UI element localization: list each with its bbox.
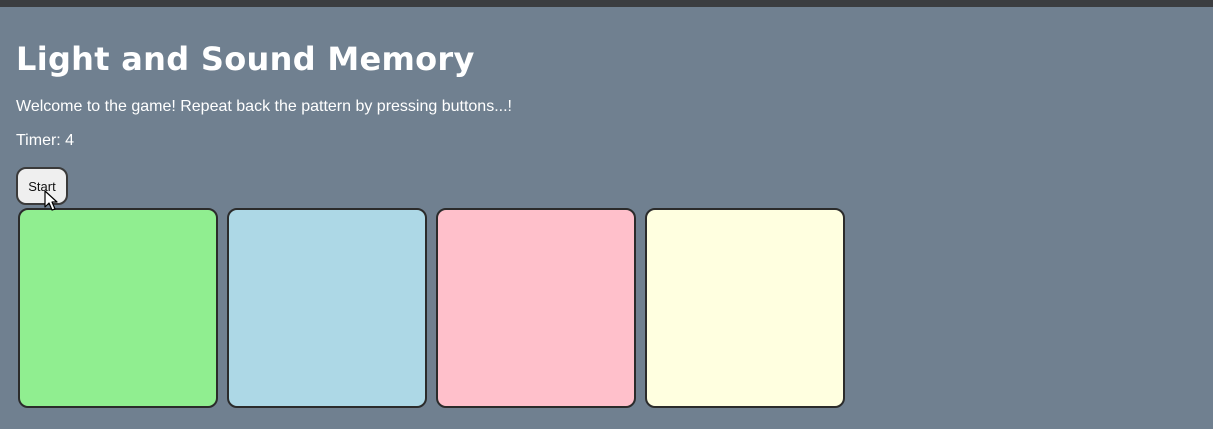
timer-text: Timer: 4 [16,132,75,149]
mouse-cursor-icon [44,190,58,211]
page-title: Light and Sound Memory [16,40,475,78]
game-button-4[interactable] [645,208,845,408]
game-header: Light and Sound Memory Welcome to the ga… [16,38,512,150]
game-button-1[interactable] [18,208,218,408]
game-pad-row [18,208,845,408]
start-button[interactable]: Start [16,167,68,205]
welcome-text: Welcome to the game! Repeat back the pat… [16,98,512,115]
game-button-2[interactable] [227,208,427,408]
window-top-bar [0,0,1213,7]
game-button-3[interactable] [436,208,636,408]
